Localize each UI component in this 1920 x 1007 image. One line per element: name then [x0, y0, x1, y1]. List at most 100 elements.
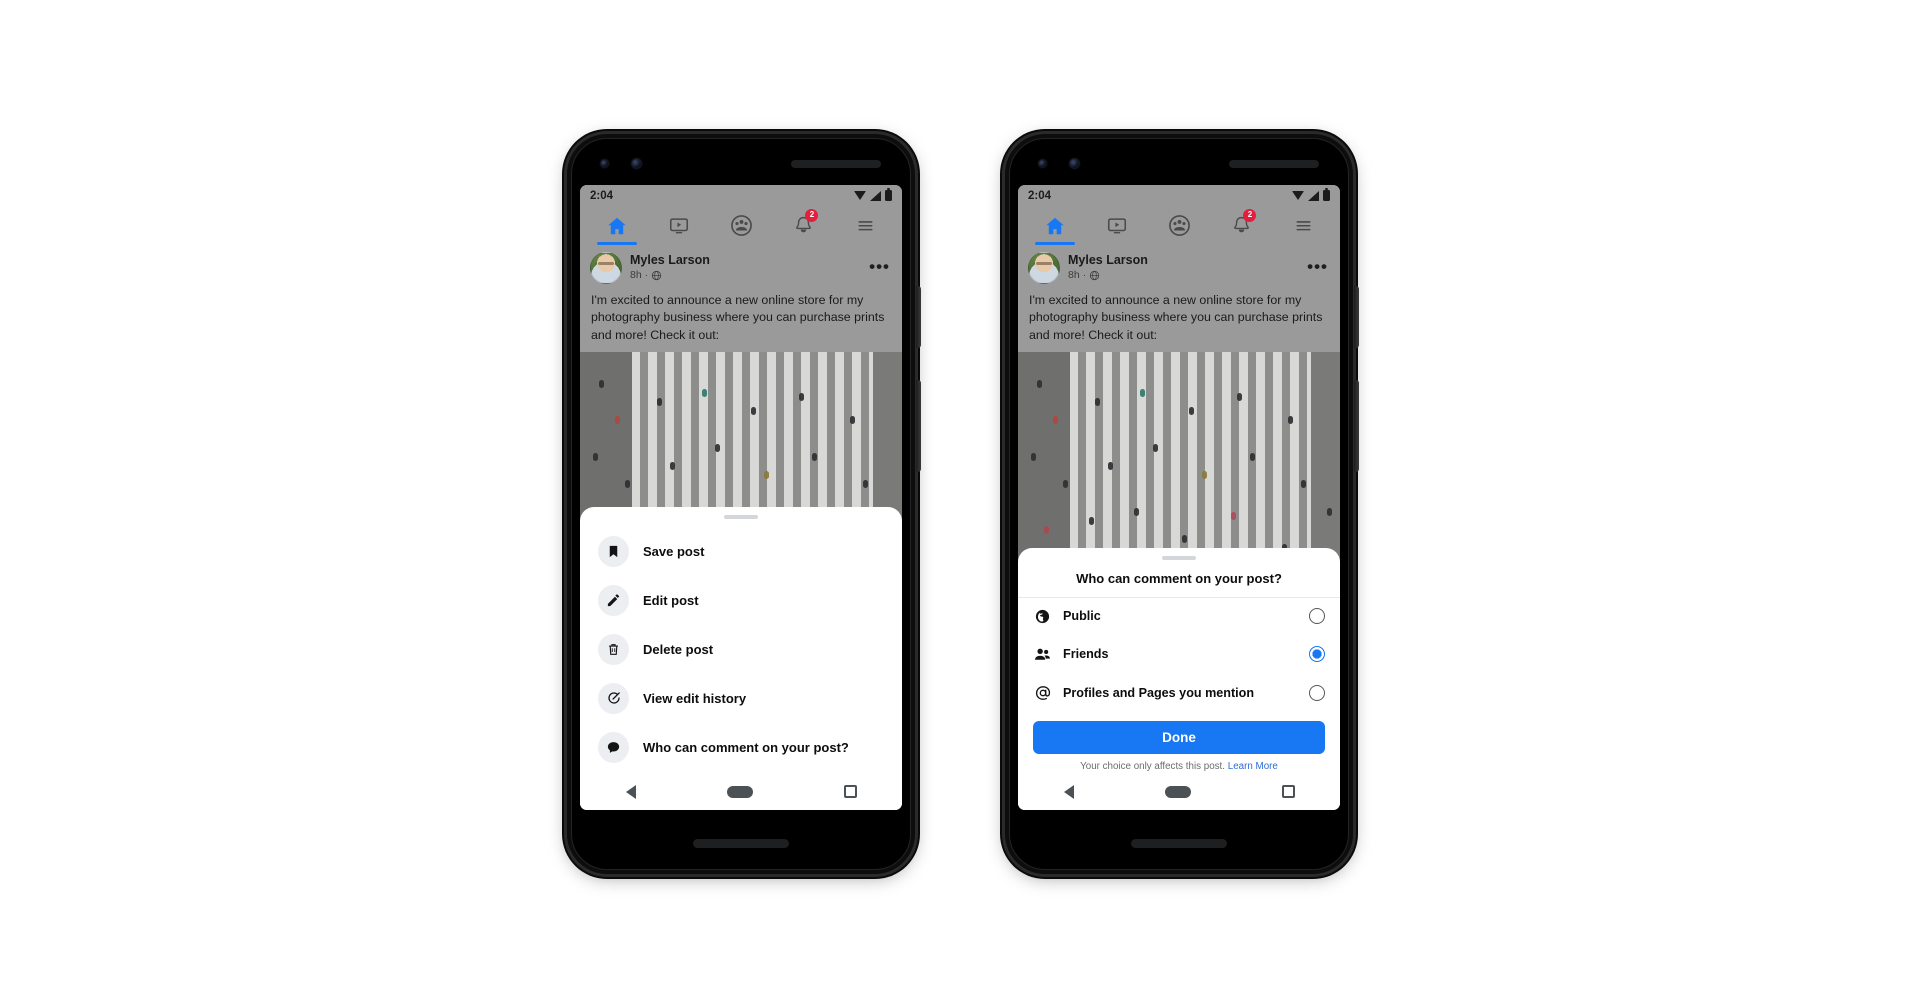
trash-icon — [598, 633, 629, 665]
globe-icon — [1089, 270, 1100, 281]
tab-groups[interactable] — [1148, 207, 1210, 245]
power-button[interactable] — [916, 285, 921, 348]
post-options-menu: Save post Edit post Delete post View edi… — [580, 523, 902, 774]
volume-button[interactable] — [916, 379, 921, 472]
status-icon-group — [1292, 188, 1330, 201]
post-author-name[interactable]: Myles Larson — [1068, 253, 1148, 268]
tab-video[interactable] — [648, 207, 710, 245]
menu-item-label: Who can comment on your post? — [643, 739, 849, 755]
back-icon[interactable] — [625, 784, 636, 799]
menu-item-view-edit-history[interactable]: View edit history — [580, 674, 902, 723]
earpiece-speaker — [1229, 159, 1319, 168]
video-icon — [669, 217, 689, 233]
android-nav-bar — [580, 773, 902, 810]
post-header: Myles Larson 8h · ••• — [1018, 244, 1340, 288]
tab-home[interactable] — [586, 207, 648, 245]
status-time: 2:04 — [590, 189, 614, 202]
post-photo[interactable]: Save post Edit post Delete post View edi… — [580, 352, 902, 810]
post-author-name[interactable]: Myles Larson — [630, 253, 710, 268]
post-meta: Myles Larson 8h · — [1068, 253, 1148, 282]
learn-more-link[interactable]: Learn More — [1228, 761, 1278, 772]
android-nav-bar — [1018, 773, 1340, 810]
menu-item-save-post[interactable]: Save post — [580, 527, 902, 576]
meta-separator: · — [644, 269, 649, 281]
post-more-button[interactable]: ••• — [1307, 258, 1330, 275]
option-public[interactable]: Public — [1018, 598, 1340, 635]
radio-mentions[interactable] — [1309, 684, 1325, 701]
post-meta: Myles Larson 8h · — [630, 253, 710, 282]
dialog-footer-text: Your choice only affects this post. — [1080, 760, 1226, 772]
battery-icon — [1323, 188, 1330, 201]
bottom-speaker — [693, 838, 789, 848]
comment-icon — [598, 731, 629, 763]
avatar[interactable] — [1028, 251, 1060, 284]
status-icon-group — [854, 188, 892, 201]
phone-left: 2:04 2 Myles Larson 8h · ••• I'm excited… — [567, 133, 921, 874]
phone-right: 2:04 2 Myles Larson 8h · ••• I'm excited… — [1005, 133, 1359, 874]
dialog-footer: Your choice only affects this post. Lear… — [1018, 754, 1340, 774]
signal-icon — [870, 190, 881, 201]
groups-icon — [1168, 215, 1190, 236]
done-button[interactable]: Done — [1033, 720, 1325, 754]
post-timestamp: 8h — [1068, 269, 1080, 282]
status-time: 2:04 — [1028, 189, 1052, 202]
at-icon — [1033, 684, 1052, 702]
post-text: I'm excited to announce a new online sto… — [580, 287, 902, 353]
menu-item-who-can-comment[interactable]: Who can comment on your post? — [580, 723, 902, 772]
dialog-title: Who can comment on your post? — [1018, 564, 1340, 598]
globe-icon — [1033, 608, 1052, 625]
back-icon[interactable] — [1063, 784, 1074, 799]
facebook-tab-bar: 2 — [580, 206, 902, 245]
home-pill-icon[interactable] — [726, 785, 753, 798]
sheet-grabber[interactable] — [1162, 555, 1196, 560]
meta-separator: · — [1082, 269, 1087, 281]
signal-icon — [1308, 190, 1319, 201]
radio-friends[interactable] — [1309, 646, 1325, 662]
battery-icon — [885, 188, 892, 201]
option-mentions[interactable]: Profiles and Pages you mention — [1018, 674, 1340, 712]
post-text: I'm excited to announce a new online sto… — [1018, 287, 1340, 353]
tab-notifications[interactable]: 2 — [1210, 207, 1272, 245]
recents-icon[interactable] — [1281, 785, 1295, 798]
power-button[interactable] — [1354, 285, 1359, 348]
post-submeta: 8h · — [630, 269, 710, 282]
radio-public[interactable] — [1309, 608, 1325, 624]
notification-badge: 2 — [805, 208, 819, 222]
post-timestamp: 8h — [630, 269, 642, 282]
top-sensor-array — [1005, 151, 1353, 177]
tab-video[interactable] — [1086, 207, 1148, 245]
volume-button[interactable] — [1354, 379, 1359, 472]
avatar[interactable] — [590, 251, 622, 284]
post-more-button[interactable]: ••• — [869, 258, 892, 275]
friends-icon — [1033, 645, 1052, 664]
tab-groups[interactable] — [710, 207, 772, 245]
front-camera-icon — [601, 160, 608, 167]
home-pill-icon[interactable] — [1164, 785, 1191, 798]
menu-item-edit-post[interactable]: Edit post — [580, 576, 902, 625]
tab-menu[interactable] — [834, 207, 896, 245]
history-icon — [598, 682, 629, 714]
option-friends[interactable]: Friends — [1018, 635, 1340, 674]
menu-item-delete-post[interactable]: Delete post — [580, 625, 902, 674]
tab-home[interactable] — [1024, 207, 1086, 245]
home-icon — [608, 217, 626, 234]
sheet-grabber[interactable] — [724, 514, 758, 519]
tab-menu[interactable] — [1272, 207, 1334, 245]
wifi-icon — [854, 191, 866, 200]
recents-icon[interactable] — [843, 785, 857, 798]
status-bar: 2:04 — [1018, 184, 1340, 207]
menu-item-label: Save post — [643, 543, 705, 559]
hamburger-icon — [858, 221, 872, 231]
comment-audience-dialog: Who can comment on your post? Public Fri… — [1018, 547, 1340, 810]
option-label: Profiles and Pages you mention — [1063, 685, 1255, 700]
sensor-icon — [1070, 159, 1079, 168]
menu-item-label: Edit post — [643, 592, 699, 608]
phone-left-screen: 2:04 2 Myles Larson 8h · ••• I'm excited… — [580, 184, 902, 810]
bottom-speaker — [1131, 838, 1227, 848]
home-icon — [1046, 217, 1064, 234]
front-camera-icon — [1039, 160, 1046, 167]
phone-right-screen: 2:04 2 Myles Larson 8h · ••• I'm excited… — [1018, 184, 1340, 810]
post-photo[interactable]: Who can comment on your post? Public Fri… — [1018, 352, 1340, 810]
tab-notifications[interactable]: 2 — [772, 207, 834, 245]
top-sensor-array — [567, 151, 915, 177]
